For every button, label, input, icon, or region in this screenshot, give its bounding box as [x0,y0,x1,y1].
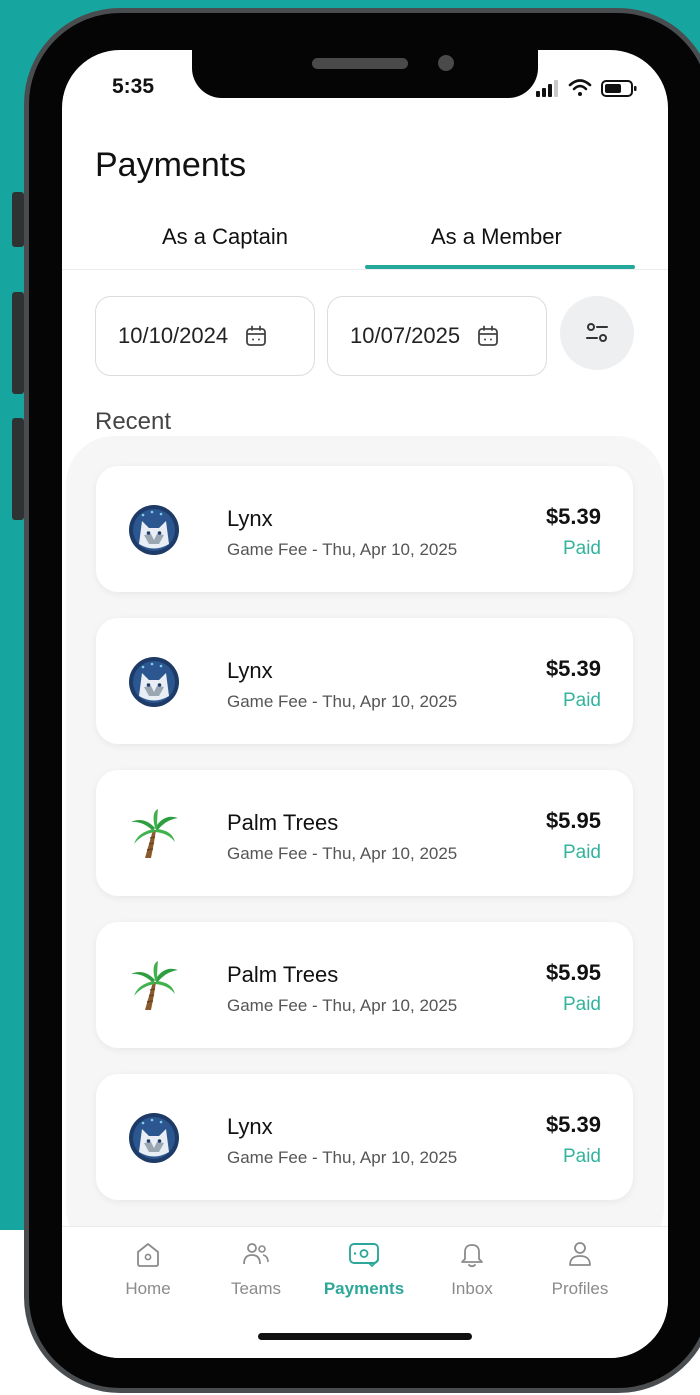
signal-icon [536,80,558,97]
home-icon [137,1243,159,1267]
calendar-icon [478,325,499,346]
speaker [312,58,408,69]
payment-card[interactable]: Lynx Game Fee - Thu, Apr 10, 2025 $5.39 Pai… [96,618,633,744]
team-name: Palm Trees [227,962,339,987]
start-date-picker[interactable]: 10/10/2024 [95,296,315,376]
tab-as-member[interactable]: As a Member [431,224,562,250]
team-name: Lynx [227,1114,273,1139]
payment-status: Paid [562,538,601,559]
nav-inbox-label: Inbox [451,1279,493,1298]
payment-amount: $5.39 [545,656,601,681]
volume-up-button [12,292,24,394]
start-date-value: 10/10/2024 [118,323,229,348]
camera [438,55,454,71]
payment-description: Game Fee - Thu, Apr 10, 2025 [227,844,458,863]
team-name: Lynx [227,658,273,683]
payment-status: Paid [562,1146,601,1167]
nav-teams[interactable]: Teams [206,1239,306,1299]
payment-description: Game Fee - Thu, Apr 10, 2025 [227,996,458,1015]
end-date-picker[interactable]: 10/07/2025 [327,296,547,376]
wifi-icon [568,79,592,96]
sliders-icon [586,323,608,342]
payment-description: Game Fee - Thu, Apr 10, 2025 [227,692,458,711]
battery-icon [601,80,637,97]
end-date-value: 10/07/2025 [350,323,461,348]
mute-switch [12,192,24,247]
stage: 5:35 Payments As a Captain As a Member 1… [0,0,700,1395]
status-icons [536,79,637,97]
payment-status: Paid [562,842,601,863]
nav-payments[interactable]: Payments [314,1239,414,1299]
payment-amount: $5.39 [545,1112,601,1137]
payment-card[interactable]: Palm Trees Game Fee - Thu, Apr 10, 2025 $5… [96,922,633,1048]
nav-profiles-label: Profiles [551,1279,609,1298]
payment-status: Paid [562,690,601,711]
nav-inbox[interactable]: Inbox [422,1239,522,1299]
tab-bar: As a Captain As a Member [62,216,668,270]
nav-teams-label: Teams [230,1279,282,1298]
status-time: 5:35 [112,75,155,98]
page-title: Payments [95,146,247,184]
palm-tree-icon [131,961,178,1010]
nav-home-label: Home [125,1279,171,1298]
payment-description: Game Fee - Thu, Apr 10, 2025 [227,1148,458,1167]
recent-section-label: Recent [95,408,172,435]
bell-icon [461,1244,483,1268]
payment-status: Paid [562,994,601,1015]
app-screen: 5:35 Payments As a Captain As a Member 1… [62,50,668,1358]
payment-card[interactable]: Lynx Game Fee - Thu, Apr 10, 2025 $5.39 Pai… [96,466,633,592]
home-indicator [258,1333,472,1340]
team-name: Lynx [227,506,273,531]
tab-as-captain[interactable]: As a Captain [162,224,288,250]
calendar-icon [246,325,267,346]
lynx-logo [129,505,179,555]
payment-card[interactable]: Palm Trees Game Fee - Thu, Apr 10, 2025 $5… [96,770,633,896]
payment-amount: $5.39 [545,504,601,529]
payment-amount: $5.95 [545,808,601,833]
active-tab-indicator [365,265,635,269]
palm-tree-icon [131,809,178,858]
nav-profiles[interactable]: Profiles [530,1239,630,1299]
team-name: Palm Trees [227,810,339,835]
bottom-nav: Home Teams Payments Inbox Profiles [62,1226,668,1358]
nav-home[interactable]: Home [98,1239,198,1299]
people-icon [243,1243,269,1265]
user-icon [569,1242,591,1266]
volume-down-button [12,418,24,520]
notch [192,50,538,98]
nav-payments-label: Payments [323,1279,405,1298]
payment-amount: $5.95 [545,960,601,985]
filter-button[interactable] [560,296,634,370]
payment-icon [349,1243,379,1267]
lynx-logo [129,1113,179,1163]
lynx-logo [129,657,179,707]
payment-description: Game Fee - Thu, Apr 10, 2025 [227,540,458,559]
payment-card[interactable]: Lynx Game Fee - Thu, Apr 10, 2025 $5.39 Pai… [96,1074,633,1200]
